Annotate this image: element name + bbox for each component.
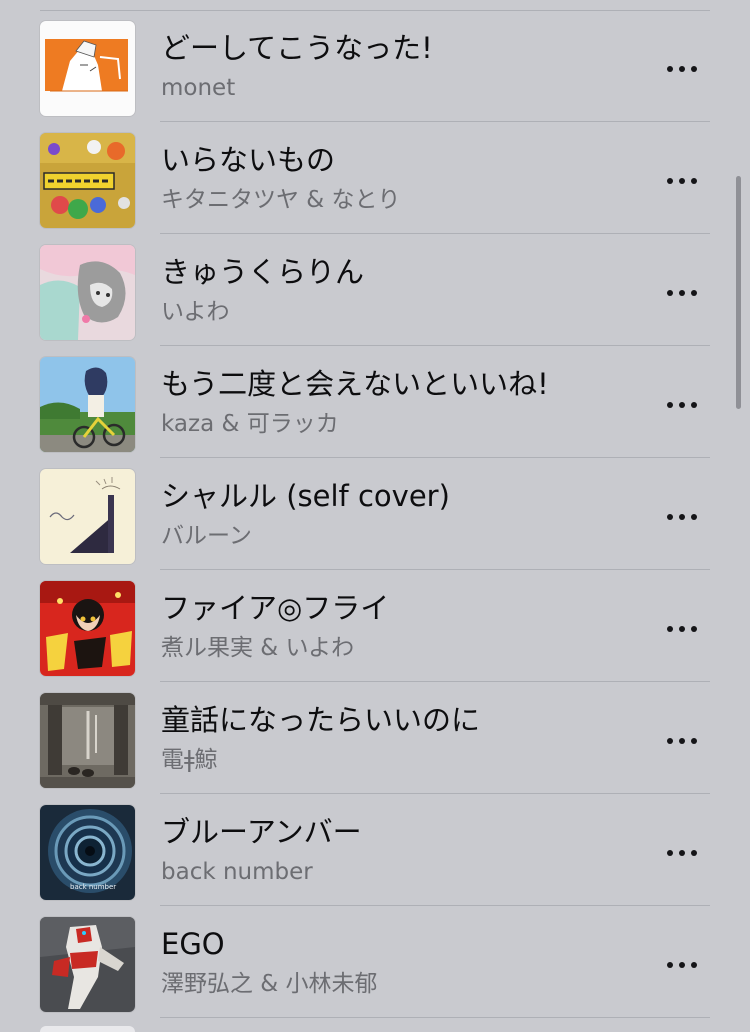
- song-row[interactable]: back number ブルーアンバー back number: [0, 794, 750, 906]
- next-album-artwork-peek: [40, 1026, 135, 1032]
- song-artist: キタニタツヤ & なとり: [161, 187, 401, 213]
- song-title: もう二度と会えないといいね!: [161, 367, 549, 401]
- more-options-button[interactable]: [660, 390, 704, 420]
- album-artwork: [40, 357, 135, 452]
- more-options-button[interactable]: [660, 502, 704, 532]
- album-artwork: [40, 917, 135, 1012]
- song-row[interactable]: 童話になったらいいのに 電ǂ鯨: [0, 682, 750, 794]
- ellipsis-icon: [667, 850, 697, 856]
- album-artwork: [40, 245, 135, 340]
- song-row[interactable]: シャルル (self cover) バルーン: [0, 458, 750, 570]
- song-row[interactable]: きゅうくらりん いよわ: [0, 234, 750, 346]
- ellipsis-icon: [667, 514, 697, 520]
- album-artwork: [40, 133, 135, 228]
- song-list-screen: どーしてこうなった! monet いらないもの キタニタツヤ & なとり きゅう…: [0, 0, 750, 1032]
- ellipsis-icon: [667, 66, 697, 72]
- album-artwork: [40, 693, 135, 788]
- more-options-button[interactable]: [660, 950, 704, 980]
- album-artwork: [40, 581, 135, 676]
- more-options-button[interactable]: [660, 166, 704, 196]
- scrollbar[interactable]: [736, 176, 741, 409]
- more-options-button[interactable]: [660, 278, 704, 308]
- album-artwork: [40, 21, 135, 116]
- ellipsis-icon: [667, 402, 697, 408]
- song-artist: back number: [161, 859, 313, 885]
- song-title: シャルル (self cover): [161, 479, 450, 513]
- album-artwork: [40, 469, 135, 564]
- artwork-text: back number: [70, 883, 116, 891]
- song-artist: kaza & 可ラッカ: [161, 411, 339, 437]
- song-artist: 煮ル果実 & いよわ: [161, 635, 355, 661]
- song-title: 童話になったらいいのに: [161, 703, 481, 737]
- song-row[interactable]: EGO 澤野弘之 & 小林未郁: [0, 906, 750, 1018]
- ellipsis-icon: [667, 626, 697, 632]
- ellipsis-icon: [667, 290, 697, 296]
- ellipsis-icon: [667, 738, 697, 744]
- album-artwork: back number: [40, 805, 135, 900]
- song-artist: 電ǂ鯨: [161, 747, 218, 773]
- song-artist: バルーン: [161, 523, 252, 549]
- song-title: EGO: [161, 927, 225, 961]
- song-artist: いよわ: [161, 299, 230, 325]
- more-options-button[interactable]: [660, 726, 704, 756]
- song-title: いらないもの: [161, 143, 336, 177]
- song-title: ファイア◎フライ: [161, 591, 390, 625]
- song-row[interactable]: どーしてこうなった! monet: [0, 10, 750, 122]
- song-artist: 澤野弘之 & 小林未郁: [161, 971, 378, 997]
- song-list[interactable]: どーしてこうなった! monet いらないもの キタニタツヤ & なとり きゅう…: [0, 10, 750, 1018]
- song-title: ブルーアンバー: [161, 815, 362, 849]
- song-row[interactable]: いらないもの キタニタツヤ & なとり: [0, 122, 750, 234]
- song-artist: monet: [161, 75, 236, 101]
- ellipsis-icon: [667, 178, 697, 184]
- song-row[interactable]: ファイア◎フライ 煮ル果実 & いよわ: [0, 570, 750, 682]
- song-title: どーしてこうなった!: [161, 31, 433, 65]
- song-row[interactable]: もう二度と会えないといいね! kaza & 可ラッカ: [0, 346, 750, 458]
- more-options-button[interactable]: [660, 54, 704, 84]
- ellipsis-icon: [667, 962, 697, 968]
- more-options-button[interactable]: [660, 838, 704, 868]
- more-options-button[interactable]: [660, 614, 704, 644]
- song-title: きゅうくらりん: [161, 255, 365, 289]
- row-divider: [160, 1017, 710, 1018]
